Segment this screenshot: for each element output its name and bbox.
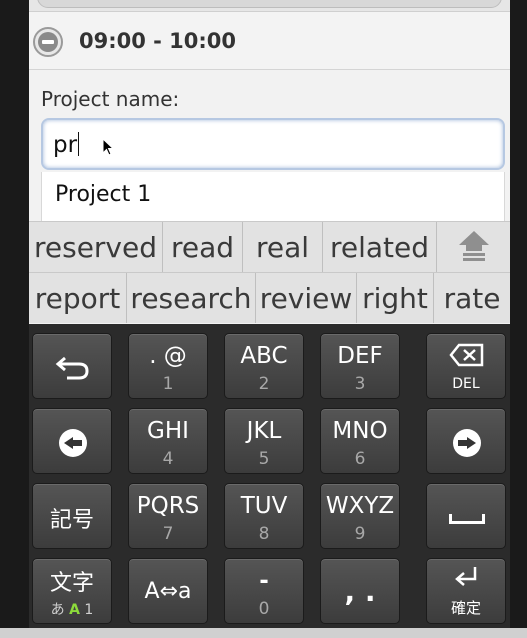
candidate-word[interactable]: read (163, 222, 243, 272)
key-2[interactable]: ABC 2 (224, 333, 304, 399)
symbols-key[interactable]: 記号 (32, 483, 112, 549)
key-sublabel: 4 (162, 449, 174, 469)
remove-minus-icon[interactable] (33, 27, 63, 57)
candidate-word[interactable]: rate (434, 273, 510, 323)
input-mode-key[interactable]: 文字 あ A 1 (32, 558, 112, 624)
candidate-word[interactable]: related (323, 222, 437, 272)
mode-numeric: 1 (84, 602, 94, 618)
cursor-right-key[interactable] (426, 408, 506, 474)
project-name-input-value: pr (53, 132, 78, 158)
device-bezel-bottom (0, 628, 527, 638)
candidate-word[interactable]: research (127, 273, 256, 323)
key-5[interactable]: JKL 5 (224, 408, 304, 474)
candidate-word[interactable]: reserved (29, 222, 163, 272)
candidate-word[interactable]: report (29, 273, 127, 323)
key-label: WXYZ (325, 493, 395, 519)
key-0[interactable]: - 0 (224, 558, 304, 624)
time-range-label: 09:00 - 10:00 (79, 29, 237, 53)
key-label: PQRS (136, 493, 200, 519)
undo-arrow-icon (55, 356, 89, 380)
left-arrow-icon (59, 429, 87, 457)
candidate-word[interactable]: review (256, 273, 357, 323)
candidate-word[interactable]: right (357, 273, 434, 323)
cursor-left-key[interactable] (32, 408, 112, 474)
key-label: . @ (149, 343, 187, 369)
key-sublabel: 5 (258, 449, 270, 469)
key-sublabel: 3 (354, 374, 366, 394)
key-label: A⇔a (144, 579, 192, 604)
mode-hiragana: あ (50, 602, 65, 618)
device-frame: 09:00 - 10:00 Project name: pr Project 1… (0, 0, 527, 638)
input-mode-indicator: あ A 1 (33, 599, 111, 619)
enter-icon (455, 567, 477, 586)
punctuation-key[interactable]: , . (320, 558, 400, 624)
time-entry-row[interactable]: 09:00 - 10:00 (29, 12, 510, 70)
delete-key-label: DEL (452, 376, 480, 392)
candidate-bar-row-1: reserved read real related (29, 221, 510, 272)
device-bezel-left (0, 0, 29, 638)
key-sublabel: 9 (354, 524, 366, 544)
mouse-pointer-icon (102, 138, 115, 156)
key-label: MNO (332, 418, 388, 444)
key-3[interactable]: DEF 3 (320, 333, 400, 399)
backspace-icon (449, 343, 484, 367)
undo-key[interactable] (32, 333, 112, 399)
expand-candidates-button[interactable] (437, 222, 510, 272)
key-label: 記号 (49, 508, 94, 533)
key-8[interactable]: TUV 8 (224, 483, 304, 549)
confirm-key-label: 確定 (450, 599, 481, 617)
autocomplete-suggestion[interactable]: Project 1 (41, 172, 505, 222)
key-9[interactable]: WXYZ 9 (320, 483, 400, 549)
project-name-label: Project name: (41, 87, 180, 111)
key-1[interactable]: . @ 1 (128, 333, 208, 399)
candidate-bar-row-2: report research review right rate (29, 272, 510, 323)
key-sublabel: 0 (258, 599, 270, 619)
text-caret (78, 132, 80, 156)
mode-alpha-active: A (69, 602, 80, 618)
key-4[interactable]: GHI 4 (128, 408, 208, 474)
previous-item-pill (37, 0, 502, 8)
soft-keyboard: . @ 1 ABC 2 DEF 3 DEL GHI 4 JKL 5 MNO 6 … (29, 324, 510, 628)
key-label: DEF (337, 343, 383, 369)
key-label: TUV (240, 493, 288, 519)
device-bezel-right (510, 0, 527, 638)
key-7[interactable]: PQRS 7 (128, 483, 208, 549)
key-6[interactable]: MNO 6 (320, 408, 400, 474)
space-icon (449, 514, 485, 524)
space-key[interactable] (426, 483, 506, 549)
key-sublabel: 7 (162, 524, 174, 544)
key-label: JKL (246, 418, 282, 444)
key-label: - (259, 568, 269, 594)
key-sublabel: 8 (258, 524, 270, 544)
key-label: GHI (147, 418, 189, 444)
candidate-word[interactable]: real (243, 222, 323, 272)
app-screen: 09:00 - 10:00 Project name: pr Project 1… (29, 0, 510, 628)
case-toggle-key[interactable]: A⇔a (128, 558, 208, 624)
key-sublabel: 2 (258, 374, 270, 394)
delete-key[interactable]: DEL (426, 333, 506, 399)
right-arrow-icon (453, 429, 481, 457)
key-label: 文字 (49, 571, 94, 596)
key-label: ABC (240, 343, 288, 369)
key-sublabel: 1 (162, 374, 174, 394)
key-sublabel: 6 (354, 449, 366, 469)
key-label: , . (344, 575, 376, 608)
confirm-key[interactable]: 確定 (426, 558, 506, 624)
up-arrow-icon (457, 227, 491, 267)
previous-item-strip[interactable] (29, 0, 510, 12)
